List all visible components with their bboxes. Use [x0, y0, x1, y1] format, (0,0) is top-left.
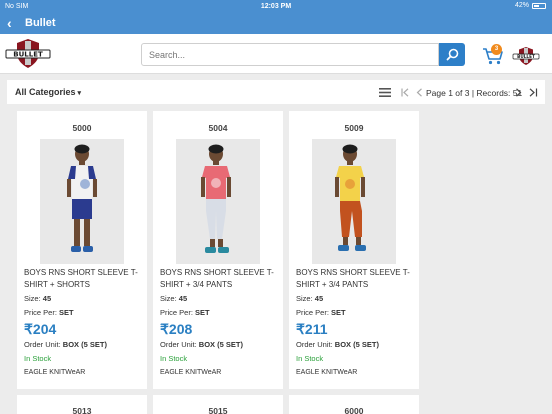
price-per: Price Per: SET: [296, 308, 346, 317]
product-size: Size: 45: [24, 294, 52, 303]
order-unit: Order Unit: BOX (5 SET): [160, 340, 243, 349]
price-per: Price Per: SET: [160, 308, 210, 317]
category-label: All Categories: [15, 87, 76, 97]
stock-status: In Stock: [24, 354, 52, 363]
product-photo: [40, 139, 124, 264]
brand-label: EAGLE KNITWeAR: [160, 369, 222, 376]
product-card[interactable]: 6000: [289, 395, 419, 414]
rupee-icon: ₹: [24, 321, 33, 337]
order-unit: Order Unit: BOX (5 SET): [24, 340, 107, 349]
product-photo: [176, 139, 260, 264]
last-page-icon[interactable]: [528, 88, 538, 97]
product-card[interactable]: 5015: [153, 395, 283, 414]
stock-status: In Stock: [296, 354, 324, 363]
product-card[interactable]: 5004 BOYS RNS SHORT SLEEVE T-SHIRT + 3/4…: [153, 111, 283, 389]
product-code: 5009: [344, 123, 364, 133]
pagination-info: Page 1 of 3 | Records: 51: [426, 88, 523, 98]
page-title: Bullet: [25, 17, 56, 29]
product-code: 5000: [72, 123, 92, 133]
product-size: Size: 45: [160, 294, 188, 303]
catalog-toolbar: All Categories ▾ Page 1 of 3 | Records: 5…: [7, 80, 545, 104]
clock-label: 12:03 PM: [260, 3, 292, 10]
brand-label: EAGLE KNITWeAR: [296, 369, 358, 376]
price-per: Price Per: SET: [24, 308, 74, 317]
svg-text:BULLET: BULLET: [517, 54, 535, 59]
battery-icon: [532, 2, 546, 9]
product-name: BOYS RNS SHORT SLEEVE T-SHIRT + 3/4 PANT…: [160, 268, 274, 289]
brand-label: EAGLE KNITWeAR: [24, 369, 86, 376]
app-header: BULLET 3 BULLET: [0, 34, 552, 74]
stock-status: In Stock: [160, 354, 188, 363]
product-price: ₹211: [296, 321, 328, 337]
product-code: 5004: [208, 123, 228, 133]
first-page-icon[interactable]: [401, 88, 411, 97]
product-photo: [312, 139, 396, 264]
product-code: 5015: [208, 406, 228, 414]
status-bar: No SIM 12:03 PM 42%: [0, 0, 552, 13]
search-input[interactable]: [141, 43, 439, 66]
product-price: ₹204: [24, 321, 57, 337]
product-card[interactable]: 5009 BOYS RNS SHORT SLEEVE T-SHIRT + 3/4…: [289, 111, 419, 389]
category-dropdown[interactable]: All Categories ▾: [15, 87, 81, 97]
svg-text:BULLET: BULLET: [13, 51, 43, 59]
product-size: Size: 45: [296, 294, 324, 303]
product-name: BOYS RNS SHORT SLEEVE T-SHIRT + SHORTS: [24, 268, 138, 289]
battery-percent: 42%: [514, 2, 529, 9]
product-card[interactable]: 5013: [17, 395, 147, 414]
cart-count-badge: 3: [491, 44, 502, 55]
product-name: BOYS RNS SHORT SLEEVE T-SHIRT + 3/4 PANT…: [296, 268, 410, 289]
search-button[interactable]: [439, 43, 465, 66]
rupee-icon: ₹: [160, 321, 169, 337]
search-icon: [446, 48, 458, 61]
order-unit: Order Unit: BOX (5 SET): [296, 340, 379, 349]
product-image: [176, 139, 260, 264]
battery-indicator: 42%: [515, 2, 546, 9]
product-image: [312, 139, 396, 264]
product-image: [40, 139, 124, 264]
profile-logo[interactable]: BULLET: [512, 46, 540, 66]
bullet-logo[interactable]: BULLET: [5, 38, 51, 70]
rupee-icon: ₹: [296, 321, 305, 337]
back-button[interactable]: ‹: [7, 15, 12, 31]
nav-bar: ‹ Bullet: [0, 13, 552, 34]
list-view-icon[interactable]: [379, 88, 391, 97]
next-page-icon[interactable]: [515, 88, 522, 97]
product-code: 6000: [344, 406, 364, 414]
product-price: ₹208: [160, 321, 193, 337]
product-code: 5013: [72, 406, 92, 414]
chevron-down-icon: ▾: [77, 90, 82, 97]
product-card[interactable]: 5000 BOYS RNS SHORT SLEEVE T-SHIRT + SHO…: [17, 111, 147, 389]
prev-page-icon[interactable]: [416, 88, 423, 97]
